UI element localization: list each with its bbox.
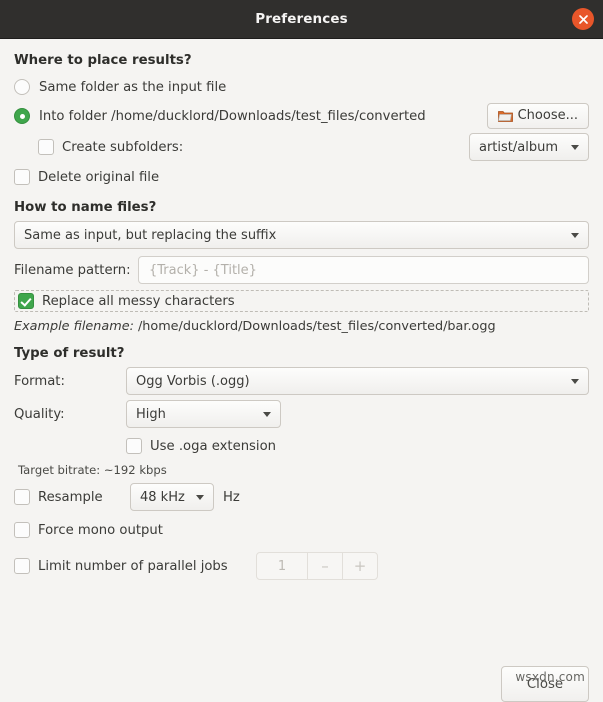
section-heading-where: Where to place results? [14, 53, 192, 68]
section-heading-naming: How to name files? [14, 200, 157, 216]
oga-extension-row: Use .oga extension [14, 433, 589, 459]
quality-value: High [136, 406, 166, 422]
filename-pattern-row: Filename pattern: {Track} - {Title} [14, 256, 589, 285]
replace-messy-focus-frame: Replace all messy characters [14, 290, 589, 313]
dialog-footer: Close [501, 666, 589, 702]
option-row-delete-original: Delete original file [14, 164, 589, 190]
format-value: Ogg Vorbis (.ogg) [136, 373, 250, 389]
checkbox-force-mono[interactable] [14, 522, 30, 539]
checkbox-delete-original[interactable] [14, 169, 30, 186]
naming-scheme-value: Same as input, but replacing the suffix [24, 227, 277, 243]
chevron-down-icon [196, 494, 204, 500]
window-title: Preferences [255, 11, 348, 27]
checkbox-create-subfolders[interactable] [38, 139, 54, 156]
chevron-down-icon [571, 144, 579, 150]
radio-into-folder[interactable] [14, 108, 30, 125]
resample-rate-combo[interactable]: 48 kHz [130, 483, 214, 512]
parallel-jobs-spinner[interactable]: 1 – + [256, 552, 378, 581]
chevron-down-icon [571, 378, 579, 384]
parallel-jobs-increment-button[interactable]: + [342, 553, 377, 580]
label-filename-pattern: Filename pattern: [14, 262, 131, 278]
label-quality: Quality: [14, 406, 65, 422]
choose-folder-label: Choose... [517, 108, 578, 123]
radio-label-into-folder[interactable]: Into folder /home/ducklord/Downloads/tes… [39, 109, 426, 124]
force-mono-row: Force mono output [14, 517, 589, 543]
resample-rate-value: 48 kHz [140, 489, 185, 505]
close-window-button[interactable] [572, 8, 594, 30]
example-filename-prefix: Example filename: [14, 319, 134, 335]
option-row-create-subfolders: Create subfolders: artist/album [14, 133, 589, 162]
quality-row: Quality: High [14, 400, 589, 429]
window-titlebar: Preferences [0, 0, 603, 39]
example-filename-line: Example filename: /home/ducklord/Downloa… [14, 319, 589, 334]
checkbox-replace-messy[interactable] [18, 293, 34, 310]
close-dialog-button[interactable]: Close [501, 666, 589, 702]
preferences-body: Where to place results? Same folder as t… [0, 39, 603, 702]
resample-row: Resample 48 kHz Hz [14, 483, 589, 512]
chevron-down-icon [571, 232, 579, 238]
checkbox-use-oga-extension[interactable] [126, 438, 142, 455]
folder-icon [497, 110, 513, 122]
label-use-oga-extension[interactable]: Use .oga extension [150, 439, 276, 454]
label-resample[interactable]: Resample [38, 490, 130, 505]
label-force-mono[interactable]: Force mono output [38, 523, 163, 538]
label-delete-original[interactable]: Delete original file [38, 170, 159, 185]
chevron-down-icon [263, 411, 271, 417]
subfolders-pattern-value: artist/album [479, 139, 559, 155]
section-heading-result: Type of result? [14, 346, 125, 362]
close-icon [578, 14, 588, 24]
naming-scheme-combo[interactable]: Same as input, but replacing the suffix [14, 221, 589, 250]
example-filename-path: /home/ducklord/Downloads/test_files/conv… [133, 319, 496, 335]
format-combo[interactable]: Ogg Vorbis (.ogg) [126, 367, 589, 396]
label-resample-unit: Hz [223, 489, 240, 505]
label-format: Format: [14, 373, 65, 389]
parallel-jobs-value[interactable]: 1 [257, 553, 307, 579]
label-replace-messy[interactable]: Replace all messy characters [42, 294, 235, 309]
radio-same-folder[interactable] [14, 79, 30, 95]
format-row: Format: Ogg Vorbis (.ogg) [14, 367, 589, 396]
parallel-jobs-decrement-button[interactable]: – [307, 553, 342, 580]
quality-combo[interactable]: High [126, 400, 281, 429]
checkbox-limit-parallel-jobs[interactable] [14, 558, 30, 575]
checkbox-resample[interactable] [14, 489, 30, 506]
radio-label-same-folder[interactable]: Same folder as the input file [39, 80, 226, 95]
option-row-into-folder: Into folder /home/ducklord/Downloads/tes… [14, 103, 589, 130]
subfolders-pattern-combo[interactable]: artist/album [469, 133, 589, 162]
filename-pattern-input[interactable]: {Track} - {Title} [138, 256, 589, 285]
choose-folder-button[interactable]: Choose... [486, 103, 589, 130]
parallel-jobs-row: Limit number of parallel jobs 1 – + [14, 552, 589, 581]
target-bitrate-hint: Target bitrate: ~192 kbps [18, 463, 167, 478]
label-limit-parallel-jobs[interactable]: Limit number of parallel jobs [38, 559, 256, 574]
option-row-same-folder: Same folder as the input file [14, 74, 589, 100]
label-create-subfolders[interactable]: Create subfolders: [62, 140, 183, 155]
